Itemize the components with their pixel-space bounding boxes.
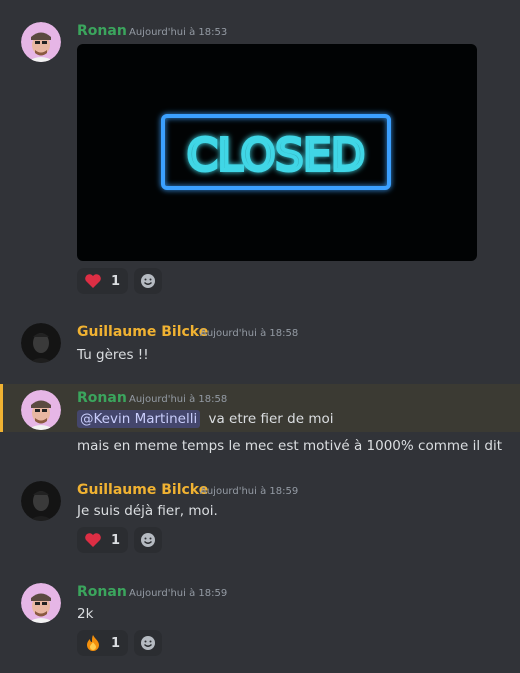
message-text: va etre fier de moi <box>208 411 334 427</box>
add-reaction-icon <box>141 274 155 288</box>
author-name[interactable]: Guillaume Bilcke <box>77 482 208 498</box>
timestamp: Aujourd'hui à 18:58 <box>129 394 228 405</box>
reaction-count: 1 <box>111 273 121 289</box>
author-name[interactable]: Ronan <box>77 584 127 600</box>
message-text: Je suis déjà fier, moi. <box>77 503 218 519</box>
message-text: Tu gères !! <box>77 347 149 363</box>
add-reaction-button[interactable] <box>134 630 162 656</box>
avatar-guillaume[interactable] <box>21 323 61 363</box>
avatar-ronan[interactable] <box>21 22 61 62</box>
avatar-ronan[interactable] <box>21 390 61 430</box>
add-reaction-button[interactable] <box>134 268 162 294</box>
closed-sign-image[interactable]: CLOSED <box>77 44 477 261</box>
fire-emoji <box>83 633 103 653</box>
author-name[interactable]: Ronan <box>77 390 127 406</box>
add-reaction-icon <box>141 636 155 650</box>
reaction-heart[interactable]: 1 <box>77 527 128 553</box>
reaction-heart[interactable]: 1 <box>77 268 128 294</box>
user-mention[interactable]: @Kevin Martinelli <box>77 410 201 428</box>
author-name[interactable]: Guillaume Bilcke <box>77 324 208 340</box>
heart-emoji <box>83 271 103 291</box>
message-text-line2: mais en meme temps le mec est motivé à 1… <box>77 438 503 454</box>
timestamp: Aujourd'hui à 18:59 <box>200 486 299 497</box>
reaction-count: 1 <box>111 635 121 651</box>
heart-emoji <box>83 530 103 550</box>
message-text-line1: @Kevin Martinelli va etre fier de moi <box>77 410 334 428</box>
highlight-bar <box>0 384 3 432</box>
author-name[interactable]: Ronan <box>77 23 127 39</box>
timestamp: Aujourd'hui à 18:53 <box>129 27 228 38</box>
reaction-fire[interactable]: 1 <box>77 630 128 656</box>
message-text: 2k <box>77 606 94 622</box>
closed-sign-text: CLOSED <box>187 130 365 181</box>
add-reaction-button[interactable] <box>134 527 162 553</box>
avatar-guillaume[interactable] <box>21 481 61 521</box>
timestamp: Aujourd'hui à 18:59 <box>129 588 228 599</box>
add-reaction-icon <box>141 533 155 547</box>
avatar-ronan[interactable] <box>21 583 61 623</box>
timestamp: Aujourd'hui à 18:58 <box>200 328 299 339</box>
reaction-count: 1 <box>111 532 121 548</box>
